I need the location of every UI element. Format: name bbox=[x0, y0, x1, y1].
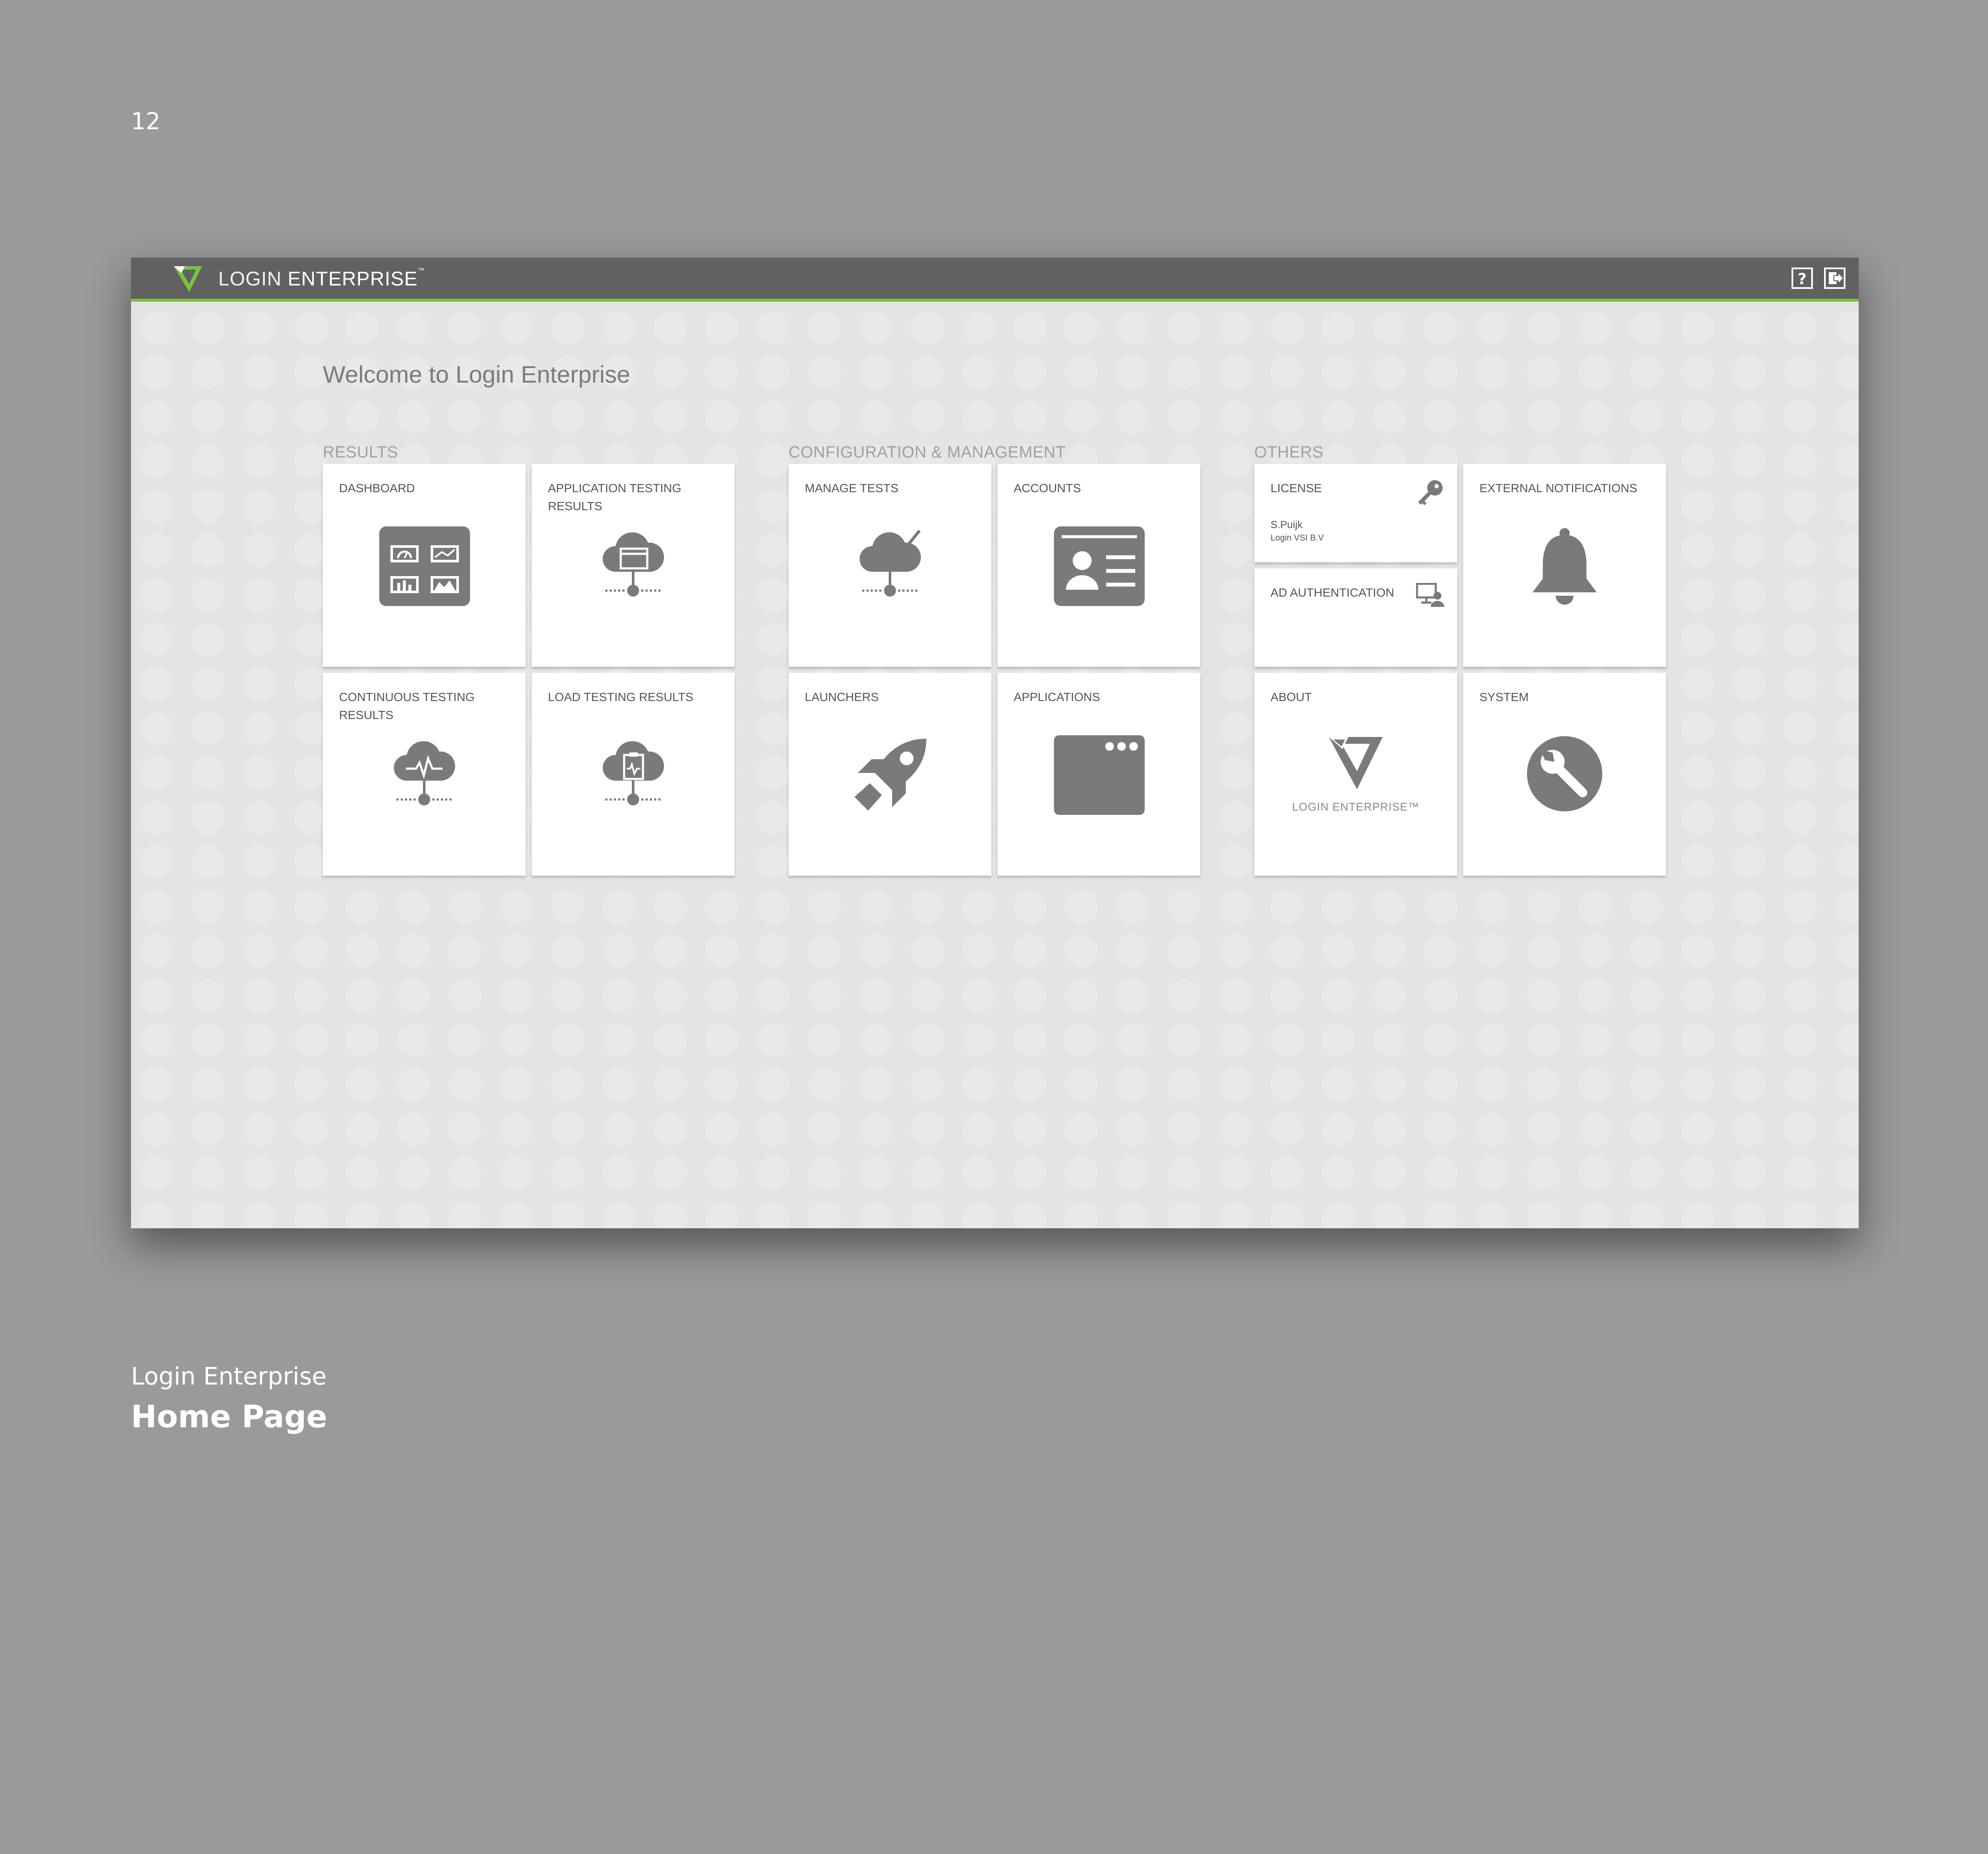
id-card-icon bbox=[1054, 526, 1145, 606]
tile-title: MANAGE TESTS bbox=[805, 481, 899, 495]
license-organization: Login VSI B.V bbox=[1271, 533, 1324, 543]
brand-name-light: LOGIN bbox=[218, 267, 288, 290]
rocket-icon bbox=[854, 739, 926, 811]
section-label-others: OTHERS bbox=[1254, 443, 1324, 461]
tile-title: ABOUT bbox=[1271, 690, 1312, 704]
about-brand-text: LOGIN ENTERPRISE™ bbox=[1292, 800, 1420, 813]
license-details: S.Puijk Login VSI B.V bbox=[1271, 519, 1324, 544]
cloud-clipboard-icon bbox=[603, 741, 664, 805]
page-number: 12 bbox=[131, 108, 161, 135]
tile-application-testing-results[interactable]: APPLICATION TESTING RESULTS bbox=[532, 464, 735, 667]
tile-title: DASHBOARD bbox=[339, 481, 415, 495]
tile-ad-authentication[interactable]: AD AUTHENTICATION bbox=[1254, 568, 1457, 667]
section-label-results: RESULTS bbox=[323, 443, 398, 461]
tile-dashboard[interactable]: DASHBOARD bbox=[323, 464, 526, 667]
tile-accounts[interactable]: ACCOUNTS bbox=[997, 464, 1200, 667]
tile-load-testing-results[interactable]: LOAD TESTING RESULTS bbox=[532, 673, 735, 876]
key-icon bbox=[1418, 480, 1443, 505]
tile-applications[interactable]: APPLICATIONS bbox=[997, 673, 1200, 876]
tile-external-notifications[interactable]: EXTERNAL NOTIFICATIONS bbox=[1463, 464, 1666, 667]
brand-name-bold: ENTERPRISE bbox=[287, 267, 418, 290]
brand-trademark: ™ bbox=[417, 267, 425, 274]
top-bar: LOGIN ENTERPRISE™ ? bbox=[131, 258, 1859, 302]
tile-title: APPLICATIONS bbox=[1014, 690, 1100, 704]
cloud-edit-icon bbox=[860, 529, 921, 597]
wrench-icon bbox=[1527, 736, 1602, 811]
cloud-heartbeat-icon bbox=[394, 741, 455, 805]
application-window-icon bbox=[1054, 735, 1145, 815]
login-enterprise-logo-icon bbox=[174, 266, 202, 292]
tile-title: APPLICATION TESTING RESULTS bbox=[548, 481, 682, 513]
computer-user-icon bbox=[1416, 583, 1444, 607]
login-enterprise-logo-icon bbox=[1329, 737, 1383, 789]
bell-icon bbox=[1533, 528, 1597, 605]
tile-license[interactable]: LICENSE S.Puijk Login VSI B.V bbox=[1254, 464, 1457, 562]
tile-system[interactable]: SYSTEM bbox=[1463, 673, 1666, 876]
tile-title: LOAD TESTING RESULTS bbox=[548, 690, 693, 704]
help-icon[interactable]: ? bbox=[1791, 267, 1813, 289]
license-user: S.Puijk bbox=[1271, 519, 1303, 531]
tile-title: SYSTEM bbox=[1479, 690, 1529, 704]
svg-text:?: ? bbox=[1798, 270, 1807, 288]
cloud-browser-icon bbox=[603, 532, 664, 597]
tile-title: EXTERNAL NOTIFICATIONS bbox=[1479, 481, 1637, 495]
tile-manage-tests[interactable]: MANAGE TESTS bbox=[789, 464, 991, 667]
tile-about[interactable]: ABOUT LOGIN ENTERPRISE™ bbox=[1254, 673, 1457, 876]
tile-continuous-testing-results[interactable]: CONTINUOUS TESTING RESULTS bbox=[323, 673, 526, 876]
app-window: LOGIN ENTERPRISE™ ? Welcome to Login Ent… bbox=[131, 258, 1859, 1228]
caption-subtitle: Login Enterprise bbox=[131, 1363, 327, 1390]
tile-launchers[interactable]: LAUNCHERS bbox=[789, 673, 991, 876]
welcome-heading: Welcome to Login Enterprise bbox=[323, 361, 630, 388]
caption-title: Home Page bbox=[131, 1399, 327, 1435]
section-label-configuration: CONFIGURATION & MANAGEMENT bbox=[789, 443, 1066, 461]
tile-title: LAUNCHERS bbox=[805, 690, 879, 704]
dashboard-icon bbox=[379, 526, 470, 606]
tile-title: ACCOUNTS bbox=[1014, 481, 1081, 495]
logout-icon[interactable] bbox=[1824, 267, 1846, 289]
brand-name[interactable]: LOGIN ENTERPRISE™ bbox=[218, 267, 425, 290]
tile-title: CONTINUOUS TESTING RESULTS bbox=[339, 690, 475, 722]
